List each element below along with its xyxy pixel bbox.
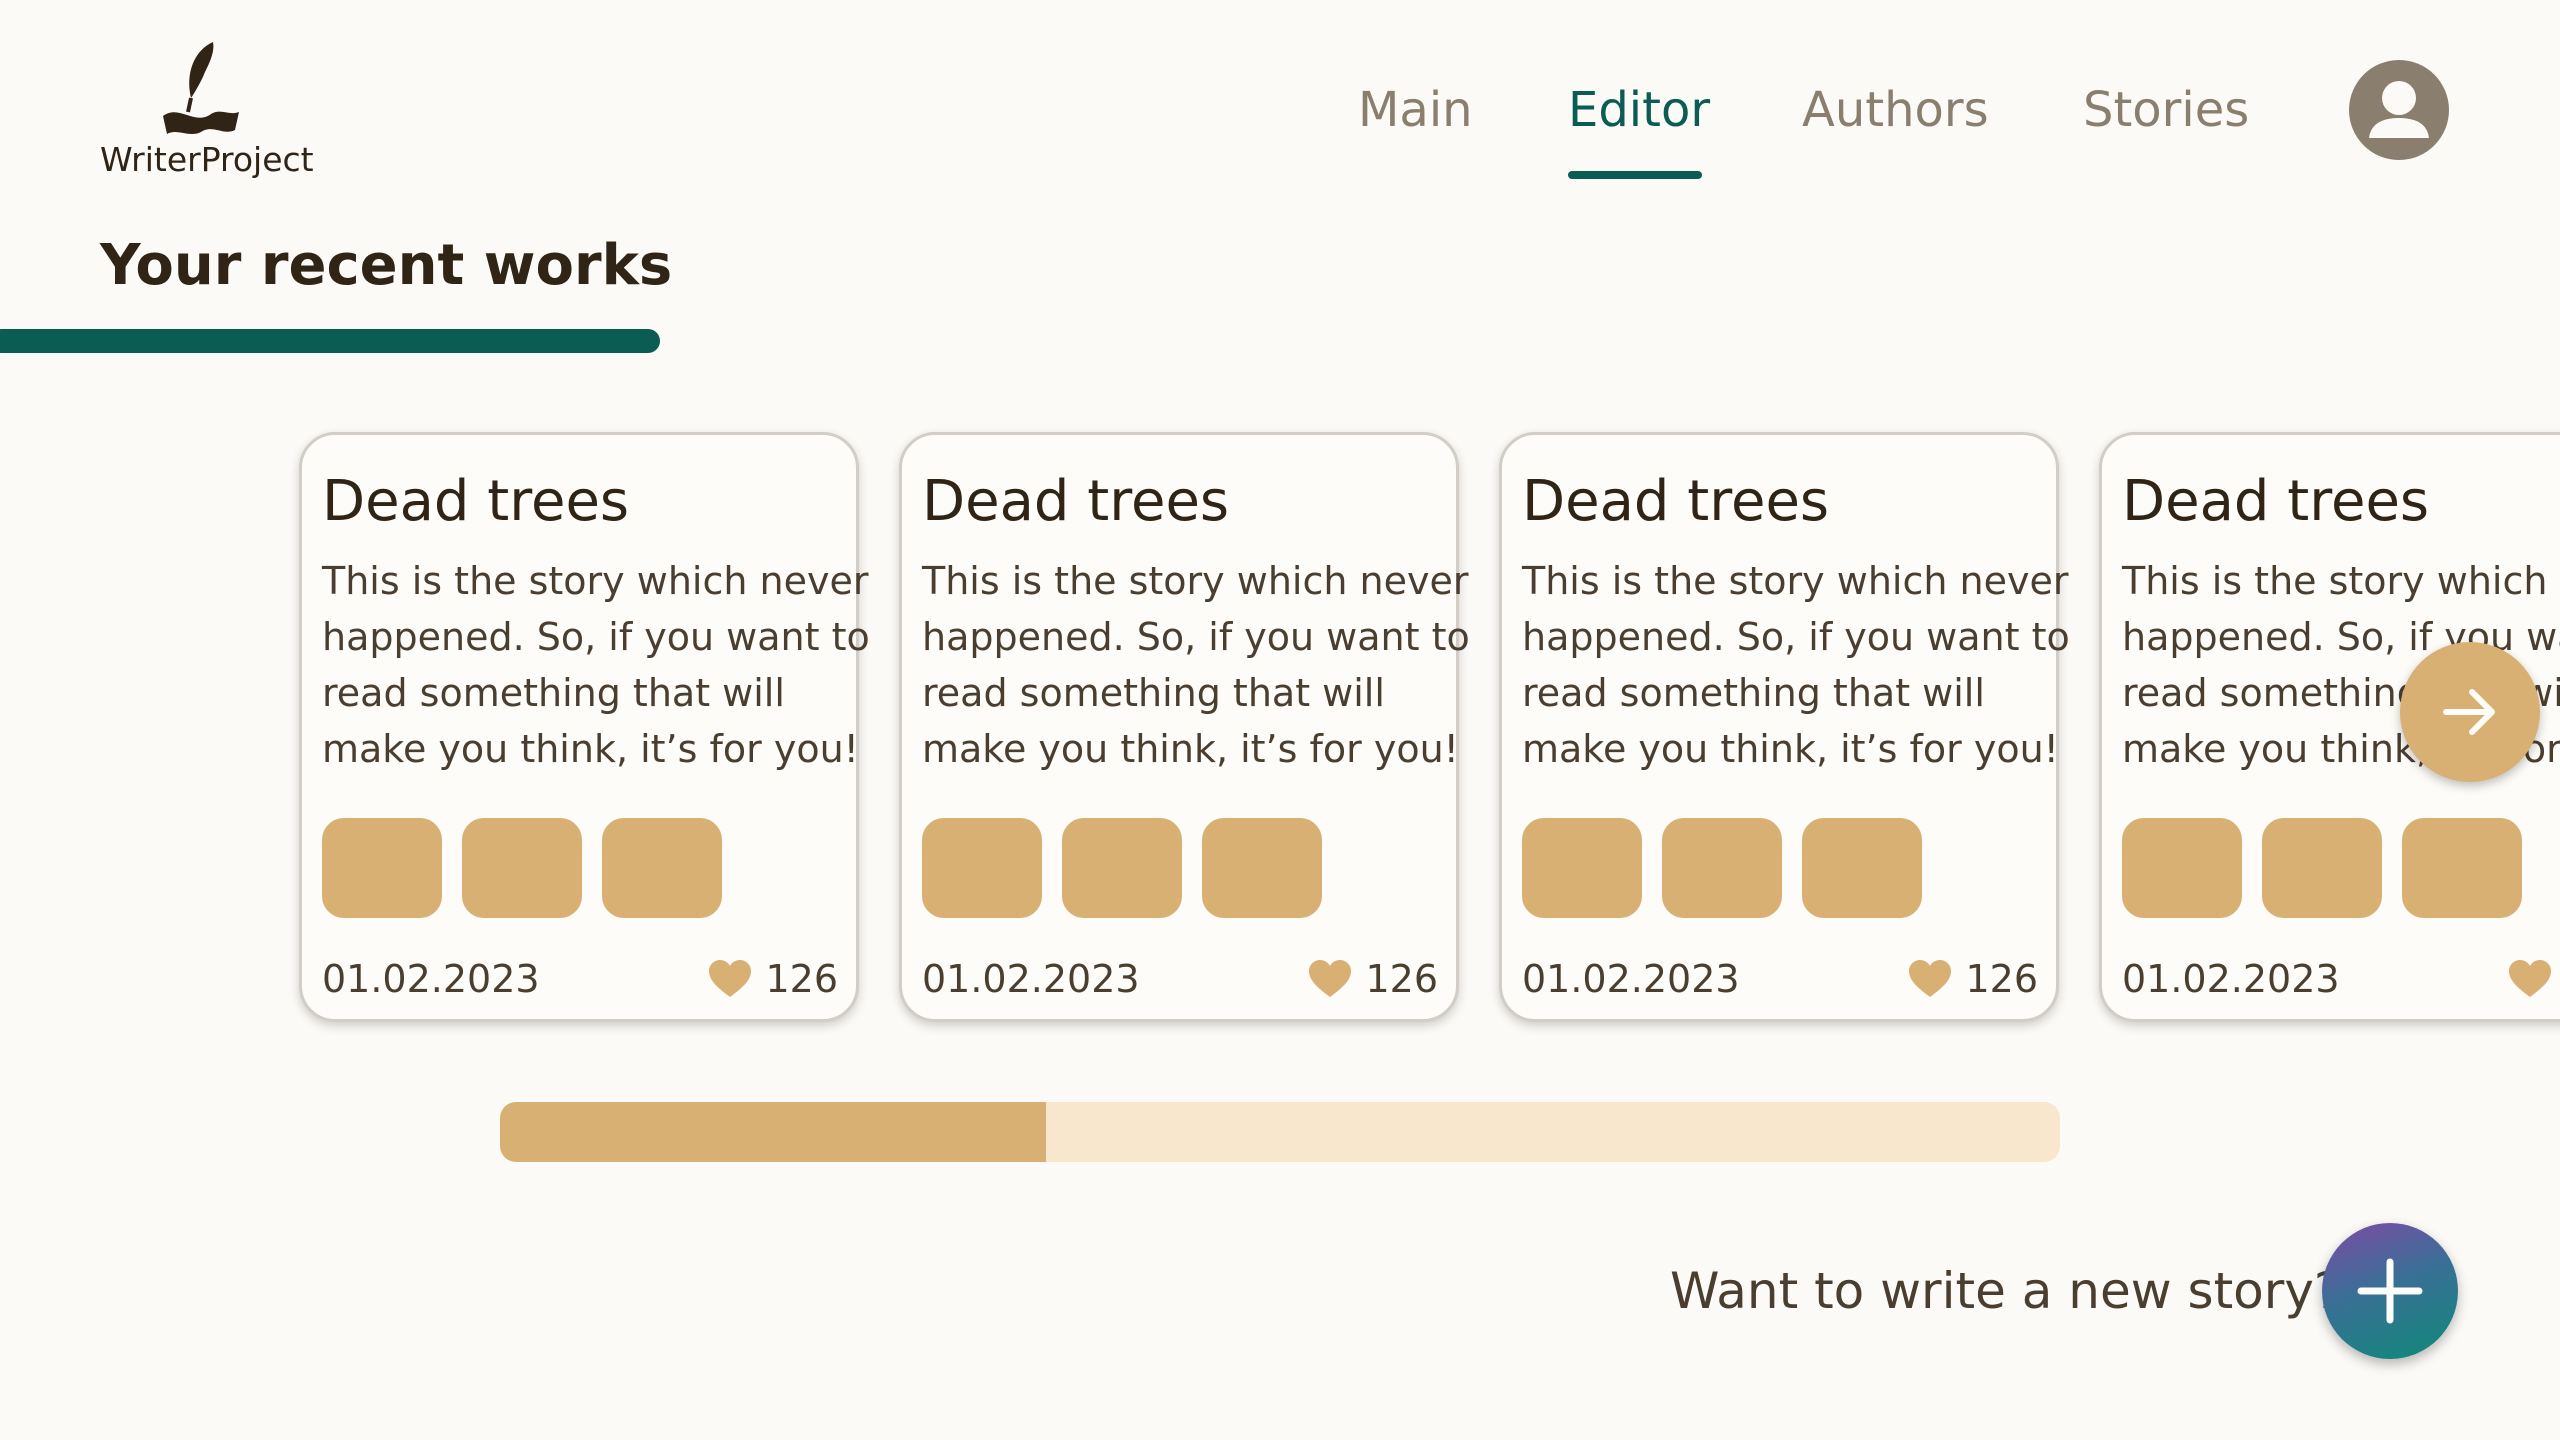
card-description-line: This is the story which never [1522,559,2069,603]
card-description: This is the story which never happened. … [922,553,1470,777]
story-card[interactable]: Dead trees This is the story which never… [299,432,870,1022]
card-tag[interactable] [322,818,442,918]
section-title: Your recent works [100,233,673,298]
plus-icon [2357,1258,2423,1324]
card-tag[interactable] [1662,818,1782,918]
heart-icon [709,960,752,997]
card-tag[interactable] [602,818,722,918]
new-story-prompt: Want to write a new story? [1670,1262,2341,1320]
card-description-line: make you think, it’s for you! [322,727,859,771]
heart-icon [2509,960,2552,997]
card-tag[interactable] [2122,818,2242,918]
card-description-line: happened. So, if you want to [922,615,1470,659]
card-description-line: read something that will [922,671,1385,715]
app-logo[interactable]: WriterProject [100,38,314,188]
card-title: Dead trees [1522,469,1830,534]
user-icon [2369,81,2429,138]
nav-editor[interactable]: Editor [1568,82,1710,138]
carousel-next-button[interactable] [2400,642,2540,782]
card-tag[interactable] [1522,818,1642,918]
story-card[interactable]: Dead trees This is the story which never… [899,432,1470,1022]
likes-count: 126 [1965,957,2038,1001]
card-title: Dead trees [922,469,1230,534]
card-tag[interactable] [1202,818,1322,918]
nav-authors[interactable]: Authors [1802,82,1989,138]
heart-icon [1909,960,1952,997]
card-description-line: read something that will [1522,671,1985,715]
arrow-right-icon [2443,689,2495,735]
card-date: 01.02.2023 [322,957,540,1001]
card-likes[interactable]: 126 [1309,957,1438,1001]
quill-icon [163,42,239,134]
card-description: This is the story which never happened. … [1522,553,2070,777]
card-title: Dead trees [322,469,630,534]
profile-avatar[interactable] [2349,60,2449,160]
card-description-line: happened. So, if you want to [322,615,870,659]
scrollbar-thumb[interactable] [500,1102,1046,1162]
likes-count: 126 [1365,957,1438,1001]
logo-text: WriterProject [100,140,314,179]
card-description-line: make you think, it’s for you! [1522,727,2059,771]
new-story-button[interactable] [2322,1223,2458,1359]
carousel-scrollbar[interactable] [500,1102,2060,1162]
page: WriterProject Main Editor Authors Storie… [0,0,2560,1440]
card-title: Dead trees [2122,469,2430,534]
heart-icon [1309,960,1352,997]
card-tag[interactable] [1802,818,1922,918]
likes-count: 126 [765,957,838,1001]
card-description: This is the story which never happened. … [322,553,870,777]
card-tag[interactable] [462,818,582,918]
card-likes[interactable]: 126 [2509,957,2560,1001]
card-tag[interactable] [1062,818,1182,918]
card-description-line: This is the story which never [322,559,869,603]
nav-stories[interactable]: Stories [2083,82,2249,138]
card-description-line: read something that will [322,671,785,715]
card-date: 01.02.2023 [2122,957,2340,1001]
card-description-line: make you think, it’s for you! [922,727,1459,771]
card-tag[interactable] [922,818,1042,918]
card-description-line: This is the story which never [2122,559,2560,603]
section-underline [0,329,660,353]
nav-main[interactable]: Main [1358,82,1473,138]
card-date: 01.02.2023 [922,957,1140,1001]
card-tag[interactable] [2402,818,2522,918]
nav-active-indicator [1568,171,1702,179]
card-tag[interactable] [2262,818,2382,918]
card-description-line: This is the story which never [922,559,1469,603]
card-likes[interactable]: 126 [1909,957,2038,1001]
card-date: 01.02.2023 [1522,957,1740,1001]
card-description-line: happened. So, if you want to [1522,615,2070,659]
story-card[interactable]: Dead trees This is the story which never… [1499,432,2070,1022]
card-likes[interactable]: 126 [709,957,838,1001]
